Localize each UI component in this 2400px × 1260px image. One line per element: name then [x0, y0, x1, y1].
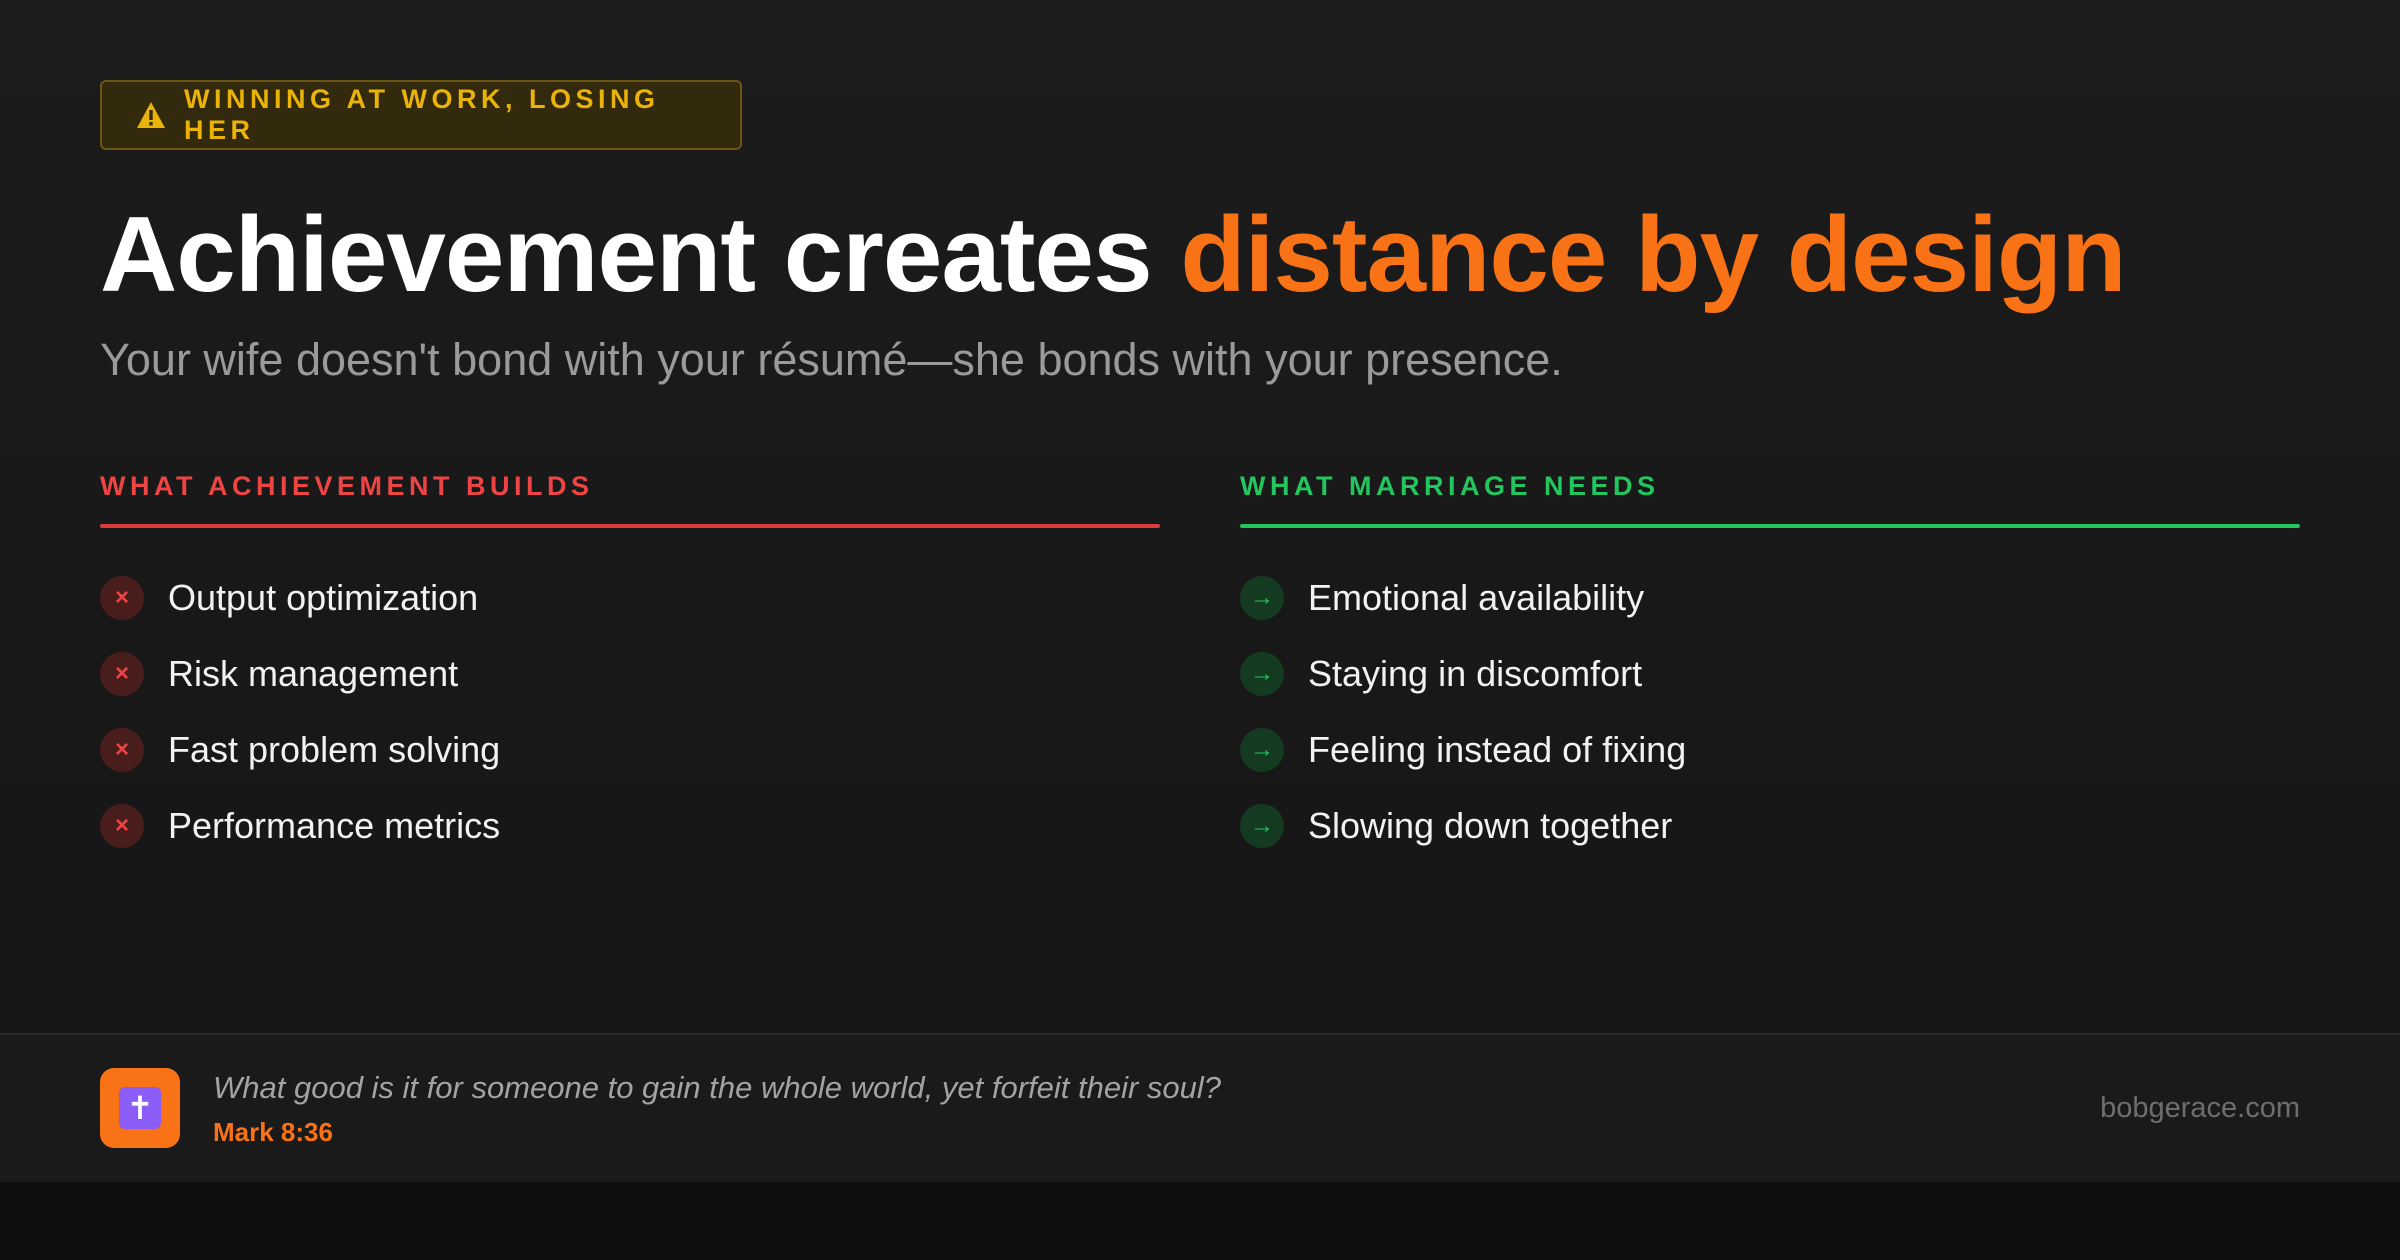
subtitle: Your wife doesn't bond with your résumé—…: [100, 334, 1563, 385]
list-item: → Staying in discomfort: [1240, 636, 2300, 712]
logo: ✝: [100, 1068, 180, 1148]
site-url[interactable]: bobgerace.com: [2100, 1092, 2300, 1125]
column-divider: [1240, 524, 2300, 528]
list-item-label: Emotional availability: [1308, 577, 1645, 618]
marriage-list: → Emotional availability → Staying in di…: [1240, 560, 2300, 864]
list-item-label: Feeling instead of fixing: [1308, 729, 1687, 770]
list-item: → Emotional availability: [1240, 560, 2300, 636]
x-mark-icon: ×: [100, 652, 144, 696]
list-item-label: Staying in discomfort: [1308, 653, 1643, 694]
achievement-column: WHAT ACHIEVEMENT BUILDS × Output optimiz…: [100, 466, 1160, 864]
footer: ✝ What good is it for someone to gain th…: [0, 1033, 2400, 1182]
cross-icon: ✝: [119, 1087, 161, 1129]
scripture-reference: Mark 8:36: [213, 1117, 333, 1147]
slide: WINNING AT WORK, LOSING HER Achievement …: [0, 0, 2400, 1182]
column-title: WHAT ACHIEVEMENT BUILDS: [100, 471, 594, 501]
column-divider: [100, 524, 1160, 528]
tag-label: WINNING AT WORK, LOSING HER: [184, 84, 660, 145]
list-item: × Output optimization: [100, 560, 1160, 636]
list-item: → Slowing down together: [1240, 788, 2300, 864]
list-item: × Fast problem solving: [100, 712, 1160, 788]
x-mark-icon: ×: [100, 804, 144, 848]
x-mark-icon: ×: [100, 576, 144, 620]
warning-tag: WINNING AT WORK, LOSING HER: [100, 80, 742, 150]
achievement-list: × Output optimization × Risk management …: [100, 560, 1160, 864]
list-item: × Risk management: [100, 636, 1160, 712]
list-item-label: Risk management: [168, 653, 459, 694]
list-item: → Feeling instead of fixing: [1240, 712, 2300, 788]
arrow-right-icon: →: [1240, 576, 1284, 620]
list-item-label: Output optimization: [168, 577, 479, 618]
list-item-label: Slowing down together: [1308, 805, 1673, 846]
headline-plain: Achievement creates: [100, 194, 1153, 314]
headline-accent: distance by design: [1180, 194, 2126, 314]
arrow-right-icon: →: [1240, 804, 1284, 848]
column-title: WHAT MARRIAGE NEEDS: [1240, 471, 1660, 501]
marriage-column: WHAT MARRIAGE NEEDS → Emotional availabi…: [1240, 466, 2300, 864]
list-item: × Performance metrics: [100, 788, 1160, 864]
headline: Achievement creates distance by design: [100, 186, 2340, 322]
arrow-right-icon: →: [1240, 652, 1284, 696]
warning-triangle-icon: [136, 101, 166, 129]
list-item-label: Performance metrics: [168, 805, 501, 846]
arrow-right-icon: →: [1240, 728, 1284, 772]
x-mark-icon: ×: [100, 728, 144, 772]
scripture-quote: What good is it for someone to gain the …: [213, 1070, 1222, 1105]
list-item-label: Fast problem solving: [168, 729, 501, 770]
